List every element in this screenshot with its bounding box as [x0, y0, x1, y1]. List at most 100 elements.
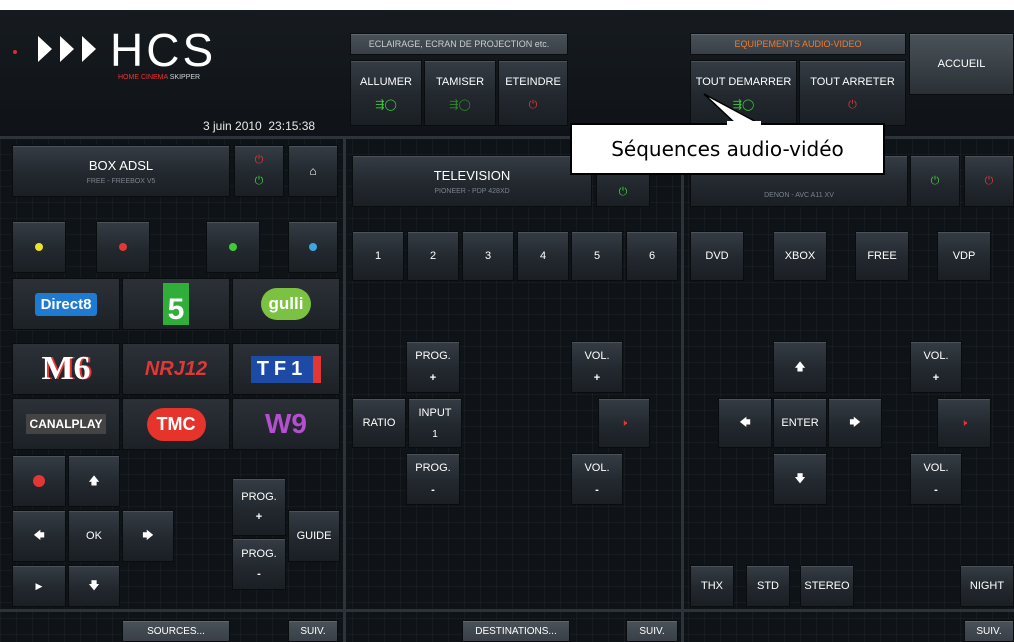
w9-logo: W9 [265, 408, 307, 439]
tv-mute-button[interactable]: 🕨 [598, 398, 650, 448]
channel-tf1[interactable]: TF1 [232, 343, 340, 395]
box-adsl-header[interactable]: BOX ADSL FREE - FREEBOX V5 [12, 145, 230, 197]
amp-source-dvd[interactable]: DVD [690, 231, 744, 281]
av-section-button[interactable]: EQUIPEMENTS AUDIO-VIDEO [690, 33, 906, 55]
sources-button[interactable]: SOURCES... [122, 620, 230, 642]
column-divider-1 [343, 139, 346, 642]
channel-direct8[interactable]: Direct8 [12, 278, 120, 330]
box-right-button[interactable]: 🡆 [122, 510, 174, 562]
channel-tmc[interactable]: TMC [122, 398, 230, 450]
lights-on-button[interactable]: ALLUMER ⇶◯ [350, 60, 422, 126]
amp-power-off-button[interactable]: ⏻ [964, 155, 1014, 207]
nrj12-logo: NRJ12 [144, 357, 208, 380]
amp-mode-thx[interactable]: THX [690, 565, 734, 607]
tv-input-1[interactable]: 1 [352, 231, 404, 281]
tv-input-5[interactable]: 5 [571, 231, 623, 281]
remote-app: HCS HOME CINEMA SKIPPER 3 juin 2010 23:1… [0, 10, 1014, 642]
amp-mode-stereo[interactable]: STEREO [800, 565, 854, 607]
box-prog-down-button[interactable]: PROG. - [232, 538, 286, 590]
red-dot-icon [119, 243, 127, 251]
channel-m6[interactable]: M6 [12, 343, 120, 395]
datetime: 3 juin 2010 23:15:38 [203, 119, 316, 133]
tv-input-3[interactable]: 3 [462, 231, 514, 281]
amp-vol-down-button[interactable]: VOL. - [910, 453, 962, 505]
tv-vol-up-button[interactable]: VOL. + [571, 341, 623, 393]
lighting-section-button[interactable]: ECLAIRAGE, ECRAN DE PROJECTION etc. [350, 33, 568, 55]
footer-divider [0, 609, 1014, 612]
france5-logo: 5 [163, 283, 189, 325]
box-power-toggle[interactable]: ⏻ ⏻ [234, 145, 284, 197]
record-icon [33, 475, 45, 487]
blue-dot-icon [309, 243, 317, 251]
next-button-amp[interactable]: SUIV. [964, 620, 1014, 642]
power-on-icon: ⇶◯ [375, 98, 397, 111]
power-dim-icon: ⇶◯ [449, 98, 471, 111]
amp-down-button[interactable]: 🡇 [773, 453, 827, 505]
amp-right-button[interactable]: 🡆 [828, 398, 882, 448]
channel-gulli[interactable]: gulli [232, 278, 340, 330]
channel-canalplay[interactable]: CANALPLAY [12, 398, 120, 450]
channel-w9[interactable]: W9 [232, 398, 340, 450]
box-prog-up-button[interactable]: PROG. + [232, 478, 286, 536]
logo-text: HCS [110, 24, 217, 76]
next-button-tv[interactable]: SUIV. [626, 620, 678, 642]
channel-france5[interactable]: 5 [122, 278, 230, 330]
box-guide-button[interactable]: GUIDE [288, 510, 340, 562]
lights-dim-button[interactable]: TAMISER ⇶◯ [424, 60, 496, 126]
channel-nrj12[interactable]: NRJ12 [122, 343, 230, 395]
box-play-button[interactable]: ▶ [12, 565, 66, 607]
green-button[interactable] [206, 221, 260, 273]
direct8-logo: Direct8 [34, 292, 98, 316]
box-ok-button[interactable]: OK [68, 510, 120, 562]
television-header[interactable]: TELEVISION PIONEER - PDP 428XD [352, 155, 592, 207]
destinations-button[interactable]: DESTINATIONS... [462, 620, 570, 642]
tv-input-6[interactable]: 6 [626, 231, 678, 281]
power-off-icon: ⏻ [528, 98, 538, 111]
box-left-button[interactable]: 🡄 [12, 510, 66, 562]
mute-icon: 🕨 [620, 417, 628, 429]
tv-input-4[interactable]: 4 [517, 231, 569, 281]
amp-source-vdp[interactable]: VDP [937, 231, 991, 281]
amp-enter-button[interactable]: ENTER [773, 398, 827, 448]
yellow-button[interactable] [12, 221, 66, 273]
tv-input-2[interactable]: 2 [407, 231, 459, 281]
arrow-down-icon: 🡇 [88, 579, 100, 592]
amp-vol-up-button[interactable]: VOL. + [910, 341, 962, 393]
green-dot-icon [229, 243, 237, 251]
record-button[interactable] [12, 455, 66, 507]
amp-source-xbox[interactable]: XBOX [773, 231, 827, 281]
lights-off-button[interactable]: ETEINDRE ⏻ [498, 60, 568, 126]
canalplay-logo: CANALPLAY [25, 414, 107, 434]
amp-mute-button[interactable]: 🕨 [937, 398, 991, 448]
amp-left-button[interactable]: 🡄 [718, 398, 772, 448]
tmc-logo: TMC [146, 407, 206, 441]
next-button-box[interactable]: SUIV. [288, 620, 338, 642]
box-home-button[interactable]: ⌂ [288, 145, 338, 197]
blue-button[interactable] [288, 221, 338, 273]
amp-source-free[interactable]: FREE [855, 231, 909, 281]
logo-tagline: HOME CINEMA SKIPPER [118, 74, 201, 81]
tv-prog-down-button[interactable]: PROG. - [406, 453, 460, 505]
tv-ratio-button[interactable]: RATIO [352, 398, 406, 448]
tv-input-button[interactable]: INPUT 1 [408, 398, 462, 448]
column-divider-2 [681, 139, 684, 642]
power-off-icon: ⏻ [848, 98, 857, 111]
amp-night-button[interactable]: NIGHT [960, 565, 1014, 607]
amp-power-on-button[interactable]: ⏻ [910, 155, 960, 207]
home-button[interactable]: ACCUEIL [909, 33, 1014, 95]
tv-vol-down-button[interactable]: VOL. - [571, 453, 623, 505]
box-up-button[interactable]: 🡅 [68, 455, 120, 507]
box-down-button[interactable]: 🡇 [68, 565, 120, 607]
m6-logo: M6 [41, 350, 91, 387]
tf1-logo: TF1 [250, 355, 322, 383]
red-button[interactable] [96, 221, 150, 273]
tv-prog-up-button[interactable]: PROG. + [406, 341, 460, 393]
callout-box: Séquences audio-vidéo [570, 123, 885, 175]
amp-mode-std[interactable]: STD [746, 565, 790, 607]
arrow-right-icon: 🡆 [142, 529, 154, 542]
amp-up-button[interactable]: 🡅 [773, 341, 827, 393]
callout-arrow-cover [727, 121, 761, 126]
power-on-icon: ⏻ [254, 175, 264, 187]
callout-text: Séquences audio-vidéo [611, 137, 844, 161]
power-off-icon: ⏻ [984, 174, 994, 187]
